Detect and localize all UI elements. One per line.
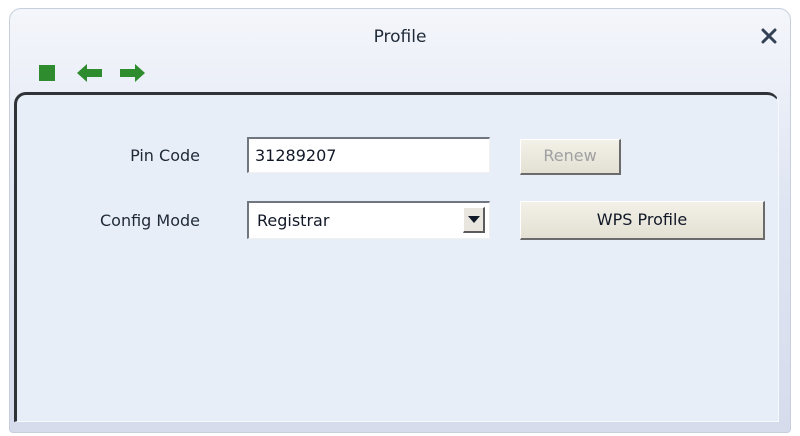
pin-code-label: Pin Code	[130, 146, 200, 165]
stop-square-icon[interactable]	[38, 64, 56, 86]
pin-code-field[interactable]	[247, 137, 490, 173]
config-mode-label: Config Mode	[99, 211, 200, 230]
renew-button[interactable]: Renew	[520, 139, 621, 175]
close-icon[interactable]	[758, 25, 780, 47]
config-mode-value: Registrar	[257, 211, 330, 230]
arrow-right-icon[interactable]	[118, 63, 146, 87]
arrow-left-icon[interactable]	[76, 63, 104, 87]
wps-profile-button[interactable]: WPS Profile	[520, 201, 765, 240]
chevron-down-icon[interactable]	[463, 207, 485, 233]
config-mode-select[interactable]: Registrar	[247, 201, 490, 239]
toolbar	[38, 63, 146, 87]
window-title: Profile	[373, 27, 427, 47]
